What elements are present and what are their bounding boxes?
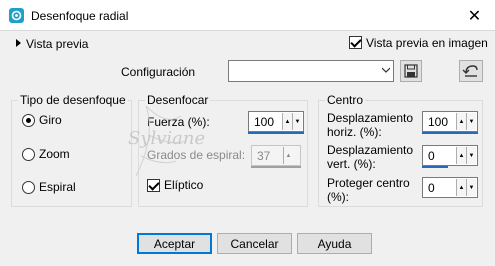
- close-icon[interactable]: ✕: [454, 0, 495, 31]
- reset-defaults-button[interactable]: [459, 60, 483, 82]
- horiz-offset-value[interactable]: 100: [428, 115, 448, 129]
- cancel-button[interactable]: Cancelar: [217, 233, 292, 254]
- vert-offset-label-2: vert. (%):: [327, 157, 376, 171]
- preview-toggle[interactable]: Vista previa: [16, 37, 88, 51]
- spin-down-icon[interactable]: ▼: [292, 113, 302, 130]
- center-legend: Centro: [325, 93, 366, 107]
- spin-up-icon[interactable]: ▲: [282, 113, 292, 130]
- radio-giro-label: Giro: [39, 113, 62, 127]
- spin-up-icon[interactable]: ▲: [456, 147, 466, 164]
- vert-offset-spinner[interactable]: 0 ▲ ▼: [422, 145, 478, 168]
- radio-giro[interactable]: Giro: [22, 113, 62, 127]
- spin-up-icon[interactable]: ▲: [456, 113, 466, 130]
- protect-center-value: 0: [428, 181, 435, 195]
- radio-espiral[interactable]: Espiral: [22, 180, 76, 194]
- chevron-down-icon: [382, 67, 390, 73]
- spiral-degrees-spinner: 37 ▲: [251, 145, 301, 168]
- protect-center-label-2: (%):: [327, 190, 349, 204]
- spin-up-icon: ▲: [283, 147, 293, 164]
- floppy-disk-icon: [404, 64, 418, 78]
- vert-offset-label-1: Desplazamiento: [327, 143, 414, 157]
- spin-up-icon[interactable]: ▲: [456, 179, 466, 196]
- help-button[interactable]: Ayuda: [297, 233, 372, 254]
- horiz-offset-spinner[interactable]: 100 ▲ ▼: [422, 111, 478, 134]
- configuration-label: Configuración: [121, 65, 196, 79]
- preview-on-image-label: Vista previa en imagen: [366, 36, 488, 50]
- configuration-select[interactable]: [228, 60, 394, 82]
- app-icon: [9, 8, 24, 23]
- checkbox-box[interactable]: [349, 36, 362, 49]
- preview-on-image-checkbox[interactable]: Vista previa en imagen: [349, 36, 488, 50]
- radio-espiral-label: Espiral: [39, 180, 76, 194]
- blur-type-legend: Tipo de desenfoque: [18, 93, 128, 107]
- spiral-slider-bar: [251, 166, 301, 168]
- horiz-slider-bar[interactable]: [422, 132, 478, 134]
- protect-center-label-1: Proteger centro: [327, 176, 410, 190]
- radio-button[interactable]: [22, 147, 35, 161]
- protect-center-spinner[interactable]: 0 ▲ ▼: [422, 177, 478, 198]
- save-preset-button[interactable]: [400, 60, 422, 82]
- radio-zoom[interactable]: Zoom: [22, 147, 70, 161]
- vert-slider-bar[interactable]: [422, 166, 448, 168]
- spin-down-icon[interactable]: ▼: [466, 179, 476, 196]
- accept-button[interactable]: Aceptar: [137, 233, 212, 254]
- spiral-degrees-value: 37: [257, 149, 271, 163]
- horiz-offset-label-2: horiz. (%):: [327, 125, 382, 139]
- radio-button[interactable]: [22, 180, 35, 194]
- title-bar: Desenfoque radial ✕: [0, 0, 495, 31]
- reset-arrow-icon: [462, 65, 478, 77]
- watermark-text: Sylviane: [128, 128, 206, 149]
- strength-value: 100: [254, 115, 275, 129]
- strength-spinner[interactable]: 100 ▲ ▼: [248, 111, 304, 134]
- radio-button[interactable]: [22, 113, 35, 127]
- horiz-offset-label-1: Desplazamiento: [327, 111, 414, 125]
- vert-offset-value: 0: [428, 149, 435, 163]
- spin-down-icon[interactable]: ▼: [466, 147, 476, 164]
- expand-arrow-icon: [16, 39, 21, 47]
- spin-down-icon[interactable]: ▼: [466, 113, 476, 130]
- radio-zoom-label: Zoom: [39, 147, 70, 161]
- window-title: Desenfoque radial: [31, 9, 129, 23]
- strength-slider-bar[interactable]: [248, 132, 304, 134]
- preview-toggle-label: Vista previa: [26, 37, 89, 51]
